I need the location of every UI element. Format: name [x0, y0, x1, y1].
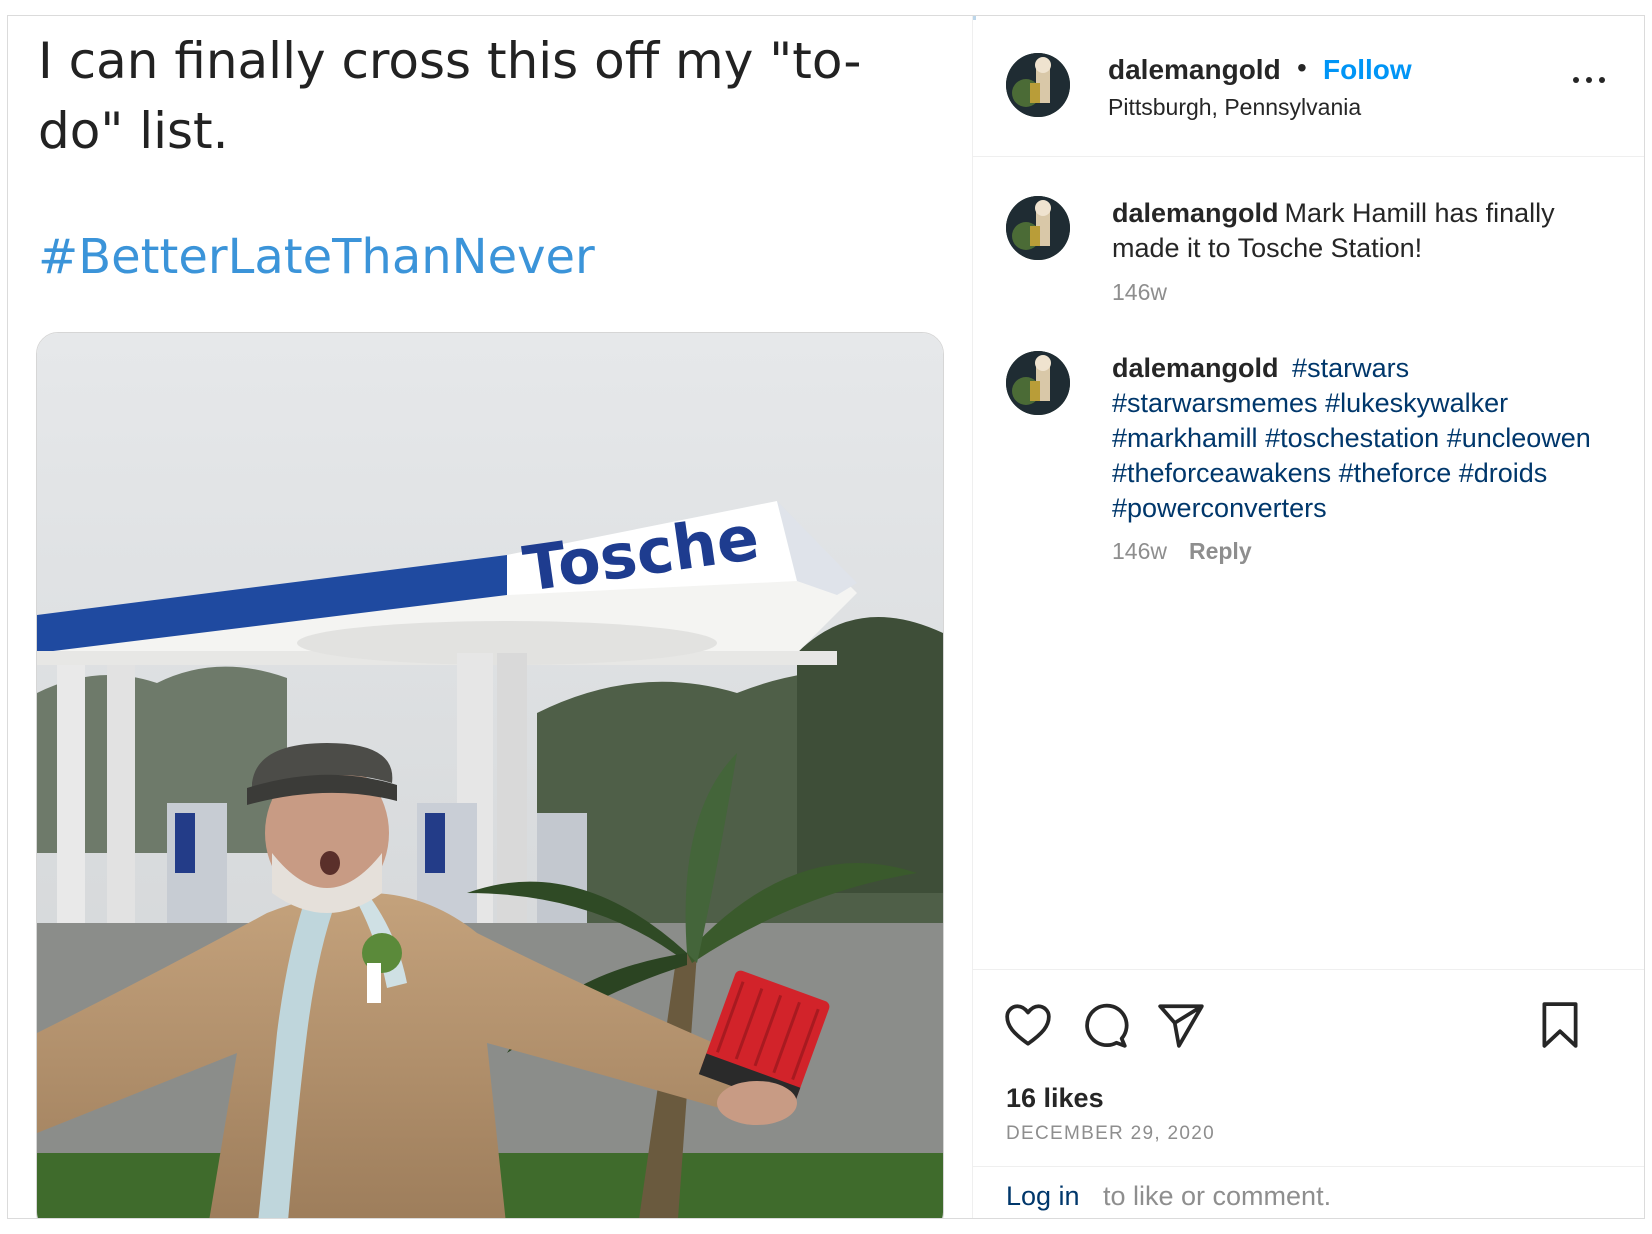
username-link[interactable]: dalemangold	[1108, 54, 1281, 86]
avatar[interactable]	[1006, 196, 1070, 260]
hashtag-link[interactable]: #uncleowen	[1447, 423, 1591, 453]
hashtag-link[interactable]: #lukeskywalker	[1325, 388, 1508, 418]
login-prompt-text: to like or comment.	[1103, 1181, 1332, 1211]
hashtag-link[interactable]: #theforce	[1339, 458, 1452, 488]
login-prompt: Log in to like or comment.	[973, 1166, 1644, 1218]
post-frame: I can finally cross this off my "to-do" …	[7, 15, 1645, 1219]
avatar[interactable]	[1006, 351, 1070, 415]
comment-icon[interactable]	[1080, 1000, 1130, 1050]
hashtag-link[interactable]: #toschestation	[1265, 423, 1439, 453]
comment-body: dalemangold #starwars #starwarsmemes #lu…	[1112, 351, 1612, 526]
tweet-hashtag: #BetterLateThanNever	[38, 229, 595, 285]
post-side-panel: dalemangold • Follow Pittsburgh, Pennsyl…	[973, 16, 1644, 1218]
hashtag-link[interactable]: #markhamill	[1112, 423, 1258, 453]
tweet-text: I can finally cross this off my "to-do" …	[38, 32, 862, 160]
comment-meta: 146w Reply	[1112, 538, 1252, 565]
hashtag-link[interactable]: #droids	[1459, 458, 1548, 488]
post-date: DECEMBER 29, 2020	[1006, 1123, 1216, 1144]
heart-icon[interactable]	[1003, 1000, 1053, 1050]
reply-button[interactable]: Reply	[1189, 538, 1252, 564]
post-photo: Tosche	[36, 332, 944, 1218]
hashtag-link[interactable]: #theforceawakens	[1112, 458, 1331, 488]
post-header: dalemangold • Follow Pittsburgh, Pennsyl…	[973, 16, 1644, 157]
hashtag-link[interactable]: #powerconverters	[1112, 493, 1327, 523]
hashtag-link[interactable]: #starwars	[1292, 353, 1409, 383]
more-horizontal-icon[interactable]	[1571, 64, 1611, 94]
likes-count[interactable]: 16 likes	[1006, 1083, 1104, 1114]
send-icon[interactable]	[1156, 1000, 1206, 1050]
follow-button[interactable]: Follow	[1323, 54, 1412, 86]
login-link[interactable]: Log in	[1006, 1181, 1080, 1212]
post-actions: 16 likes DECEMBER 29, 2020 Log in to lik…	[973, 969, 1644, 1218]
comment-age[interactable]: 146w	[1112, 538, 1167, 564]
avatar[interactable]	[1006, 53, 1070, 117]
separator-dot: •	[1297, 52, 1307, 83]
bookmark-icon[interactable]	[1535, 1000, 1585, 1050]
hashtag-link[interactable]: #starwarsmemes	[1112, 388, 1318, 418]
location-link[interactable]: Pittsburgh, Pennsylvania	[1108, 94, 1361, 121]
comment-body: dalemangold Mark Hamill has finally made …	[1112, 196, 1612, 266]
comment-username[interactable]: dalemangold	[1112, 353, 1279, 383]
comment-username[interactable]: dalemangold	[1112, 198, 1279, 228]
post-media[interactable]: I can finally cross this off my "to-do" …	[8, 16, 973, 1218]
comment-age[interactable]: 146w	[1112, 279, 1167, 306]
